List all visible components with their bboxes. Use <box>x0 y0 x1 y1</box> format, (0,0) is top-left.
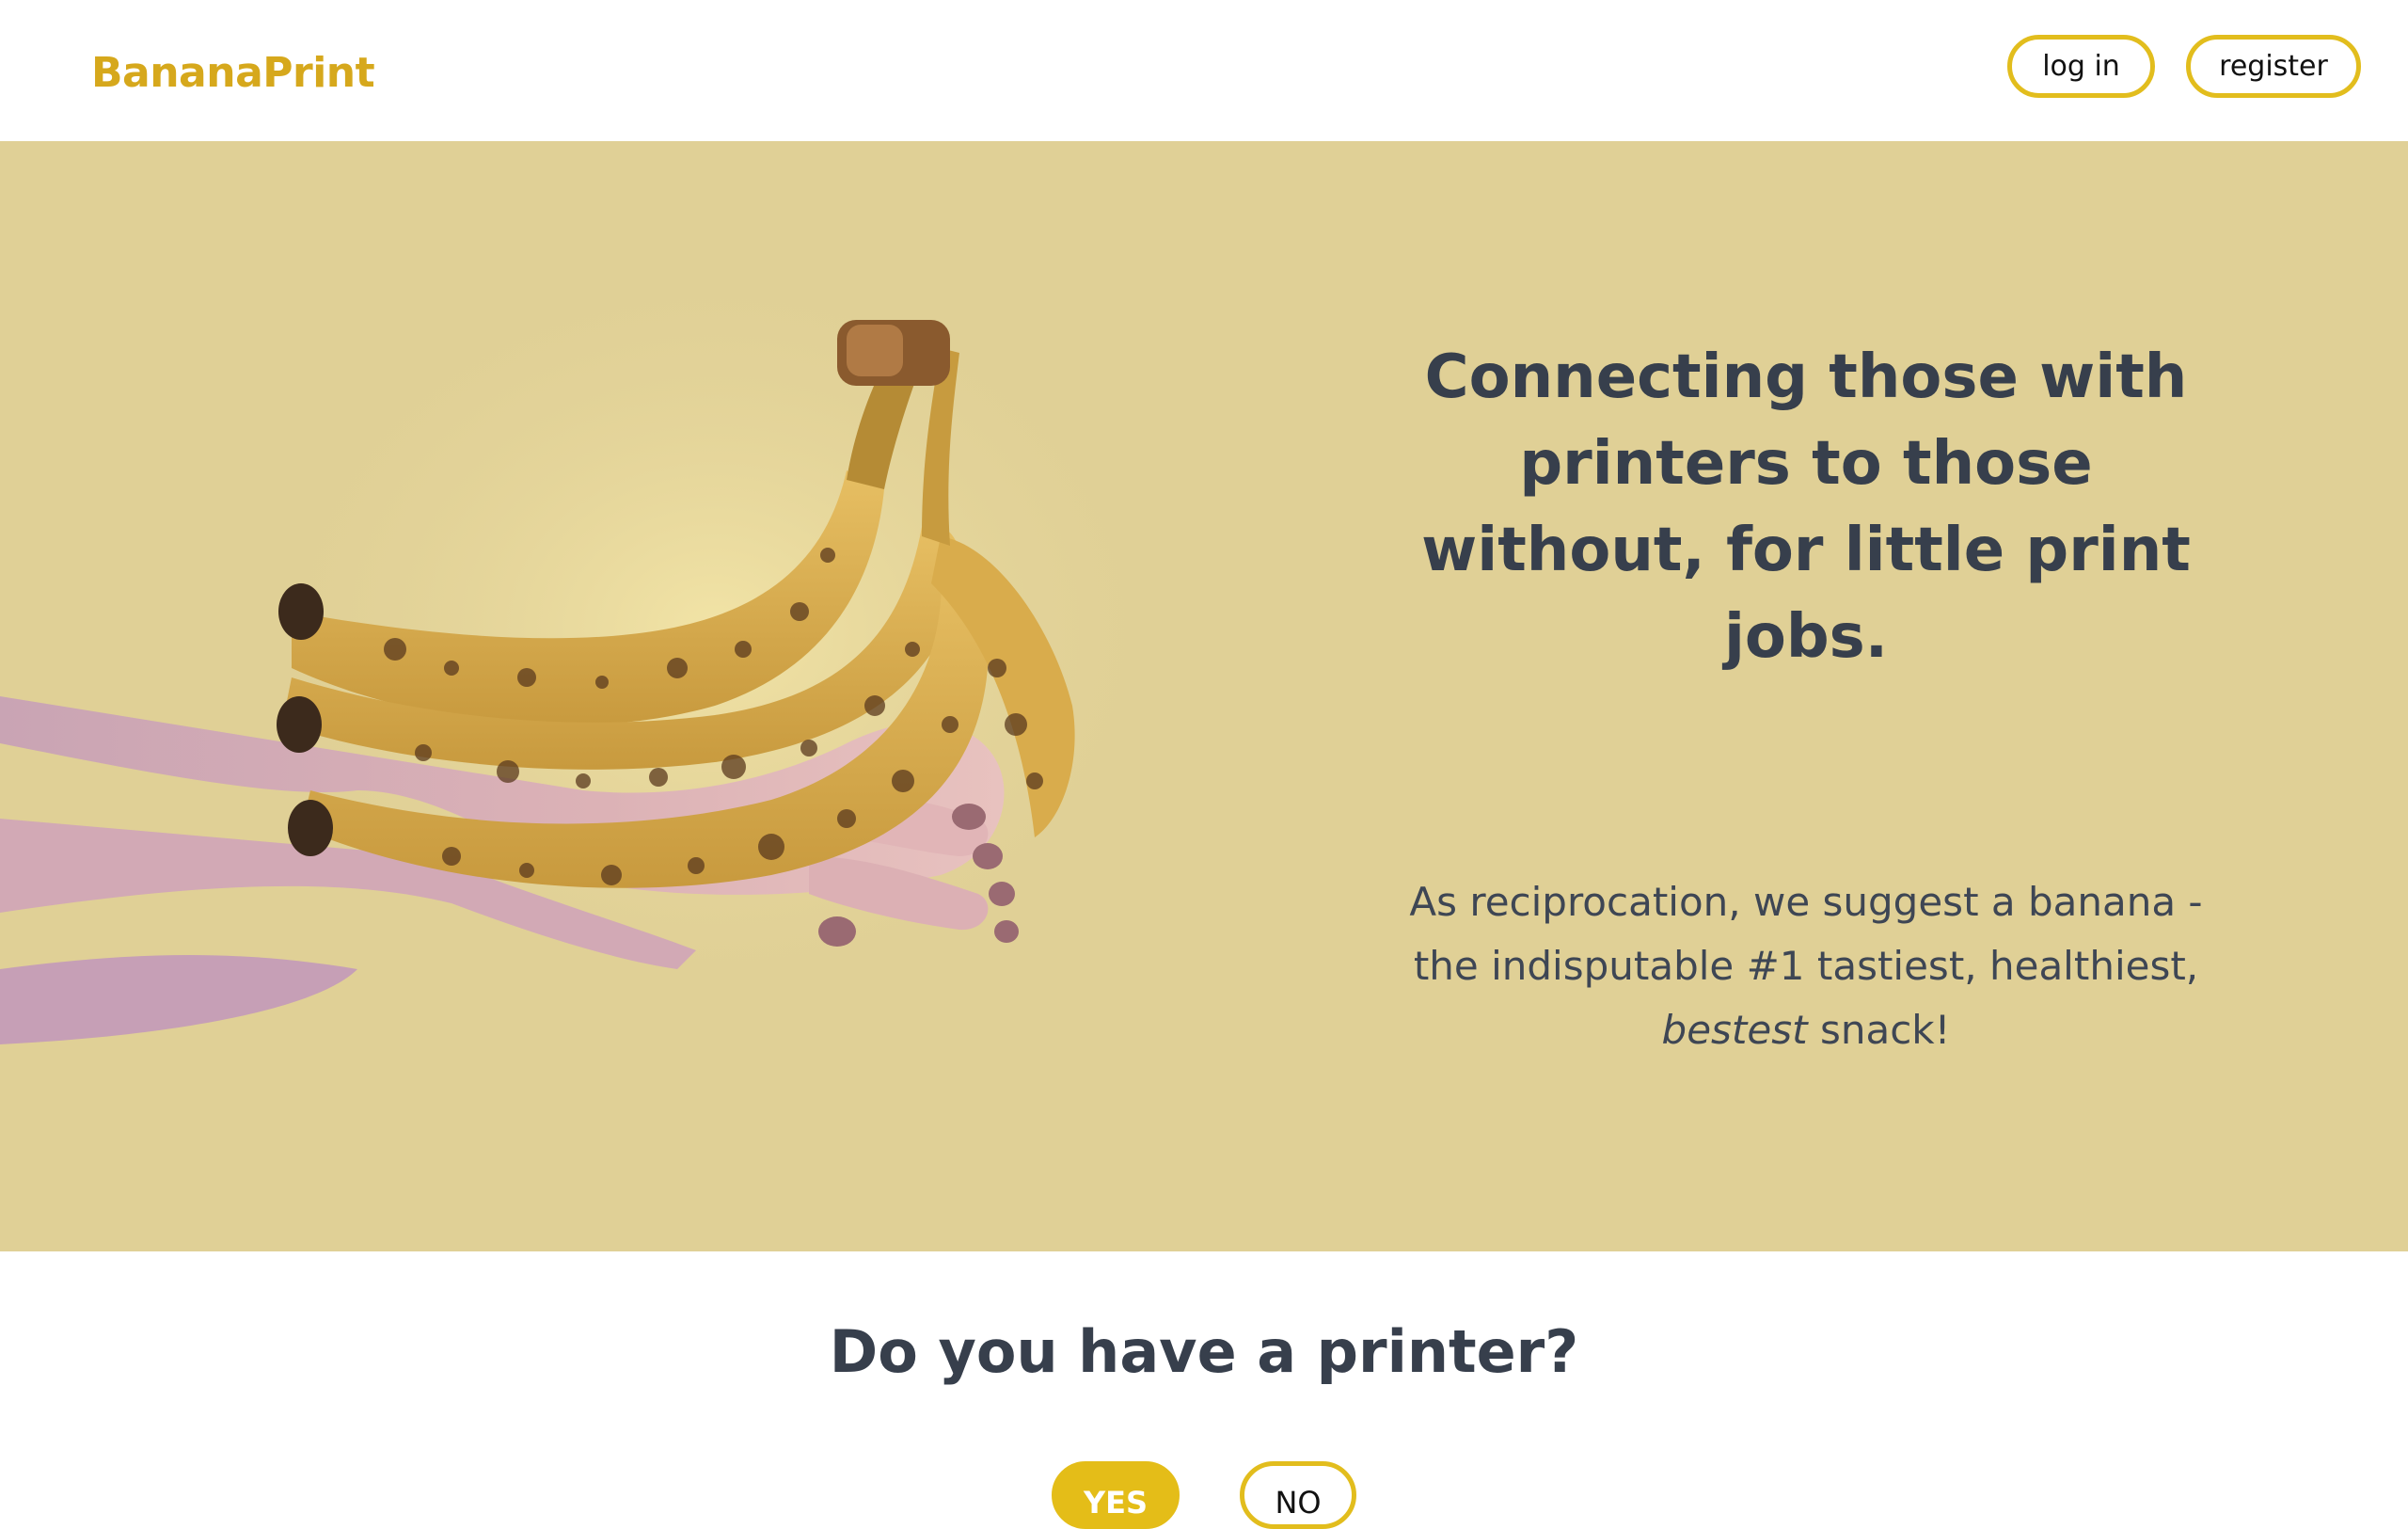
top-navigation-bar: BananaPrint log in register <box>0 0 2408 141</box>
printer-question-title: Do you have a printer? <box>829 1317 1579 1386</box>
hero-section: Connecting those with printers to those … <box>0 141 2408 1251</box>
login-button[interactable]: log in <box>2007 35 2155 98</box>
hero-subtext-main: As reciprocation, we suggest a banana - … <box>1409 879 2203 989</box>
hero-subtext: As reciprocation, we suggest a banana - … <box>1392 870 2220 1062</box>
hero-subtext-emphasis: bestest <box>1661 1007 1808 1053</box>
hero-subtext-end: snack! <box>1819 1007 1951 1053</box>
no-button[interactable]: NO <box>1240 1461 1356 1529</box>
register-button[interactable]: register <box>2186 35 2361 98</box>
hero-headline: Connecting those with printers to those … <box>1421 342 2191 672</box>
brand-logo[interactable]: BananaPrint <box>91 45 375 102</box>
yes-button[interactable]: YES <box>1052 1461 1180 1529</box>
hero-banana-image <box>0 235 1204 1044</box>
